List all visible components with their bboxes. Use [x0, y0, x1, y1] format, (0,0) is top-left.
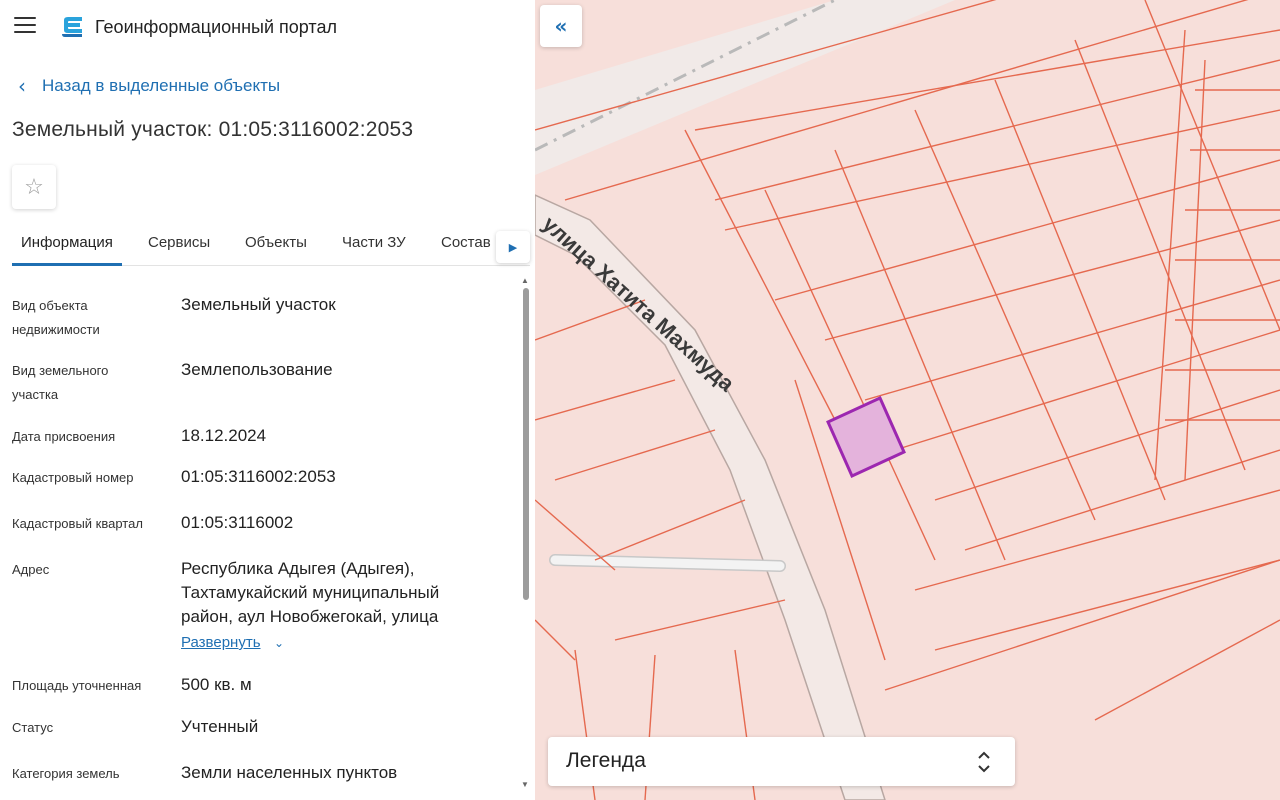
scroll-down-arrow[interactable]: ▼ — [521, 780, 529, 789]
portal-logo-icon[interactable] — [60, 14, 86, 40]
side-panel: Геоинформационный портал ‹ Назад в выдел… — [0, 0, 535, 800]
favorite-button[interactable]: ☆ — [12, 165, 56, 209]
app-title: Геоинформационный портал — [95, 17, 337, 37]
tab-composition[interactable]: Состав — [441, 234, 491, 251]
info-value: 01:05:3116002 — [181, 513, 294, 532]
top-bar: Геоинформационный портал — [0, 0, 535, 56]
chevron-down-icon[interactable]: ⌄ — [274, 636, 284, 650]
chevron-left-icon: ‹ — [18, 74, 26, 98]
tabs-next-button[interactable]: ▶ — [496, 231, 530, 263]
info-value: Земельный участок — [181, 295, 336, 314]
double-chevron-left-icon: « — [554, 14, 568, 38]
tab-parts[interactable]: Части ЗУ — [342, 234, 406, 251]
info-label: Категория земель — [12, 766, 120, 781]
info-value: 500 кв. м — [181, 675, 252, 694]
info-value: 18.12.2024 — [181, 426, 267, 445]
cadastral-map[interactable]: улица Хатита Махмуда — [535, 0, 1280, 800]
scrollbar-thumb[interactable] — [523, 288, 529, 600]
info-label: Кадастровый номер — [12, 470, 134, 485]
info-value: Учтенный — [181, 717, 259, 736]
triangle-right-icon: ▶ — [508, 240, 518, 254]
active-tab-indicator — [12, 263, 122, 266]
tab-objects[interactable]: Объекты — [245, 234, 307, 251]
info-label: Вид земельного участка — [12, 363, 109, 402]
address-value: Республика Адыгея (Адыгея), Тахтамукайск… — [181, 559, 440, 626]
object-title: Земельный участок: 01:05:3116002:2053 — [12, 118, 414, 141]
legend-panel[interactable]: Легенда — [548, 737, 1015, 786]
collapse-panel-button[interactable]: « — [540, 5, 582, 47]
tab-bar: Информация Сервисы Объекты Части ЗУ Сост… — [12, 224, 530, 266]
info-label: Статус — [12, 720, 54, 735]
hamburger-icon[interactable] — [14, 17, 36, 35]
info-label: Площадь уточненная — [12, 678, 142, 693]
info-value: Земли населенных пунктов — [181, 763, 398, 782]
star-outline-icon: ☆ — [24, 174, 44, 200]
info-value: 01:05:3116002:2053 — [181, 467, 336, 486]
info-label: Вид объекта недвижимости — [12, 298, 100, 337]
info-label: Кадастровый квартал — [12, 516, 143, 531]
map-view[interactable]: улица Хатита Махмуда — [535, 0, 1280, 800]
tab-information[interactable]: Информация — [21, 234, 113, 251]
back-to-selected-link[interactable]: ‹ Назад в выделенные объекты — [18, 76, 280, 96]
info-label: Адрес — [12, 562, 50, 577]
info-value: Землепользование — [181, 360, 333, 379]
tab-services[interactable]: Сервисы — [148, 234, 210, 251]
info-label: Дата присвоения — [12, 429, 116, 444]
scroll-up-arrow[interactable]: ▲ — [521, 276, 529, 285]
back-link-label: Назад в выделенные объекты — [42, 76, 281, 95]
unfold-icon[interactable] — [976, 748, 992, 776]
legend-label: Легенда — [566, 749, 646, 772]
expand-address-link[interactable]: Развернуть — [181, 634, 261, 651]
